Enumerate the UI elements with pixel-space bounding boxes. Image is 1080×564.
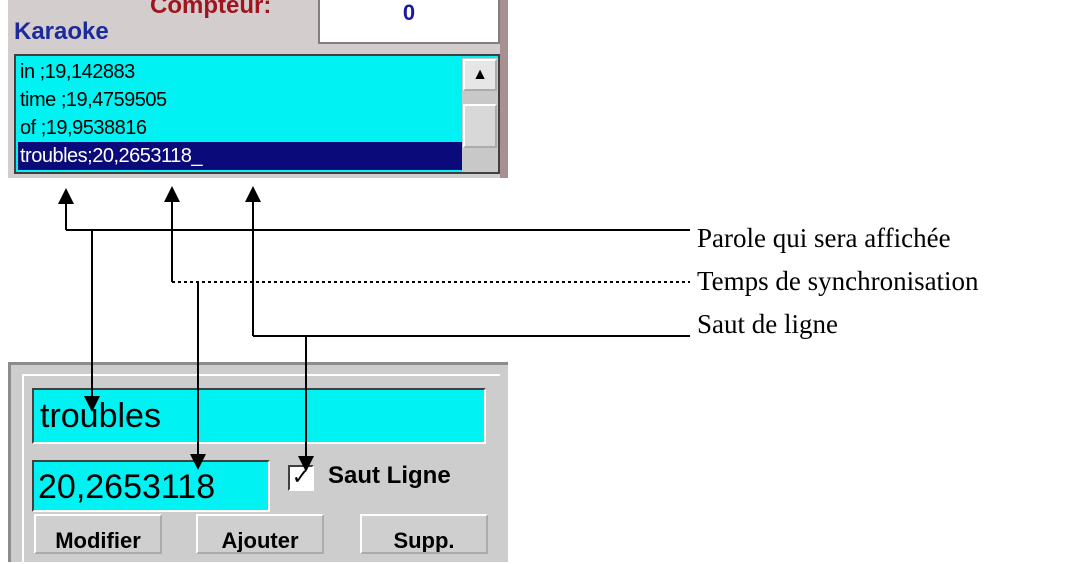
arrowhead-up xyxy=(58,188,74,204)
annotation-temps: Temps de synchronisation xyxy=(697,266,979,296)
annotation-saut: Saut de ligne xyxy=(697,309,838,339)
arrowhead-up xyxy=(164,186,180,202)
arrowhead-up xyxy=(245,186,261,202)
arrowhead-down xyxy=(298,456,314,472)
arrowhead-down xyxy=(190,454,206,470)
arrowhead-down xyxy=(84,396,100,412)
annotation-parole: Parole qui sera affichée xyxy=(697,223,951,253)
